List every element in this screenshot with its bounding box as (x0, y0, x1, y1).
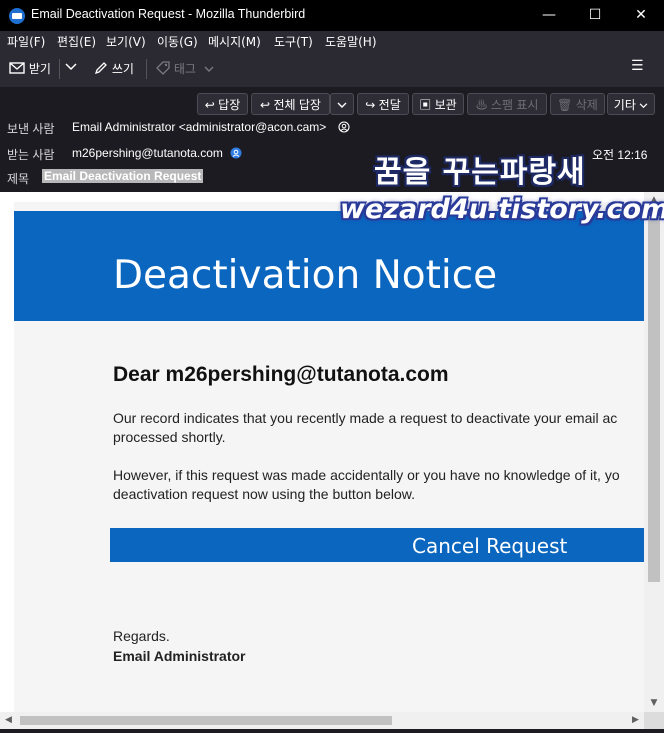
watermark-site: wezard4u.tistory.com (340, 194, 664, 225)
tag-icon (156, 61, 170, 75)
minimize-button[interactable]: — (526, 0, 572, 31)
from-value[interactable]: Email Administrator <administrator@acon.… (72, 120, 326, 134)
paragraph-line: processed shortly. (113, 429, 226, 445)
get-mail-dropdown[interactable] (65, 60, 77, 74)
delete-button[interactable]: 🗑 삭제 (550, 93, 605, 115)
menu-message[interactable]: 메시지(M) (208, 33, 261, 50)
watermark-korean: 꿈을 꾸는파랑새 (374, 155, 586, 190)
reply-all-icon: ↩ (260, 98, 271, 112)
toolbar-divider (146, 59, 147, 79)
reply-label: 답장 (218, 98, 241, 112)
signature: Email Administrator (113, 648, 246, 664)
menu-view[interactable]: 보기(V) (106, 33, 146, 50)
menu-tools[interactable]: 도구(T) (274, 33, 313, 50)
paragraph-line: deactivation request now using the butto… (113, 486, 415, 502)
subject-value: Email Deactivation Request (42, 169, 204, 183)
cancel-request-button[interactable]: Cancel Request (110, 528, 644, 562)
write-button[interactable]: 쓰기 (94, 60, 134, 77)
vertical-scrollbar[interactable]: ▲ ▼ (644, 192, 664, 712)
archive-label: 보관 (434, 98, 457, 112)
reply-all-button[interactable]: ↩ 전체 답장 (251, 93, 330, 115)
scroll-left-arrow-icon[interactable]: ◀ (0, 712, 17, 729)
tag-label: 태그 (173, 62, 196, 76)
regards-text: Regards. (113, 628, 170, 644)
chevron-down-icon (204, 66, 214, 72)
close-button[interactable]: ✕ (618, 0, 664, 31)
junk-label: 스팸 표시 (490, 98, 539, 112)
pencil-icon (94, 62, 107, 75)
get-mail-label: 받기 (28, 62, 51, 76)
to-value[interactable]: m26pershing@tutanota.com (72, 146, 223, 160)
paragraph-line: However, if this request was made accide… (113, 467, 620, 483)
banner-title: Deactivation Notice (113, 253, 498, 298)
forward-label: 전달 (378, 98, 401, 112)
scroll-right-arrow-icon[interactable]: ▶ (627, 712, 644, 729)
menu-help[interactable]: 도움말(H) (325, 33, 377, 50)
junk-button[interactable]: ♨ 스팸 표시 (467, 93, 547, 115)
forward-button[interactable]: ↪ 전달 (357, 93, 409, 115)
reply-all-label: 전체 답장 (273, 98, 321, 112)
greeting: Dear m26pershing@tutanota.com (113, 363, 449, 386)
trash-icon: 🗑 (557, 98, 573, 112)
menu-bar: 파일(F) 편집(E) 보기(V) 이동(G) 메시지(M) 도구(T) 도움말… (0, 31, 664, 51)
forward-icon: ↪ (365, 98, 376, 112)
tag-button[interactable]: 태그 (156, 60, 214, 77)
archive-button[interactable]: ▣ 보관 (412, 93, 464, 115)
subject-label: 제목 (7, 172, 30, 186)
vertical-scroll-thumb[interactable] (648, 217, 660, 582)
window-title: Email Deactivation Request - Mozilla Thu… (31, 7, 306, 21)
chevron-down-icon (639, 103, 648, 109)
maximize-button[interactable]: ☐ (572, 0, 618, 31)
envelope-icon (9, 62, 25, 74)
other-label: 기타 (613, 98, 636, 112)
flame-icon: ♨ (475, 98, 488, 112)
message-header: ↩ 답장 ↩ 전체 답장 ↪ 전달 ▣ 보관 ♨ 스팸 표시 🗑 삭제 기타 보… (0, 87, 664, 225)
get-mail-button[interactable]: 받기 (9, 60, 51, 77)
paragraph-line: Our record indicates that you recently m… (113, 410, 618, 426)
contact-icon[interactable] (230, 147, 242, 159)
archive-icon: ▣ (419, 98, 432, 112)
message-date: 오전 12:16 (592, 148, 648, 162)
main-toolbar: 받기 쓰기 태그 ☰ (0, 51, 664, 87)
title-bar: Email Deactivation Request - Mozilla Thu… (0, 0, 664, 31)
horizontal-scrollbar[interactable]: ◀ ▶ (0, 712, 644, 729)
app-menu-button[interactable]: ☰ (631, 58, 644, 74)
deactivation-banner: Deactivation Notice (14, 211, 644, 321)
reply-icon: ↩ (204, 98, 215, 112)
from-label: 보낸 사람 (7, 122, 55, 136)
delete-label: 삭제 (575, 98, 598, 112)
menu-file[interactable]: 파일(F) (7, 33, 45, 50)
horizontal-scroll-thumb[interactable] (20, 716, 392, 725)
reply-button[interactable]: ↩ 답장 (197, 93, 248, 115)
message-content: Deactivation Notice Dear m26pershing@tut… (0, 192, 664, 733)
chevron-down-icon (65, 63, 77, 71)
menu-edit[interactable]: 편집(E) (57, 33, 96, 50)
menu-go[interactable]: 이동(G) (157, 33, 198, 50)
other-actions-button[interactable]: 기타 (607, 93, 655, 115)
scroll-down-arrow-icon[interactable]: ▼ (644, 695, 664, 712)
to-label: 받는 사람 (7, 148, 55, 162)
email-body: Deactivation Notice Dear m26pershing@tut… (14, 202, 644, 712)
reply-all-dropdown[interactable] (330, 93, 354, 115)
thunderbird-app-icon (9, 8, 25, 24)
scrollbar-corner (644, 712, 664, 729)
write-label: 쓰기 (111, 62, 134, 76)
contact-icon[interactable] (338, 121, 350, 133)
chevron-down-icon (337, 102, 347, 108)
toolbar-divider (59, 59, 60, 79)
message-body-frame: Deactivation Notice Dear m26pershing@tut… (0, 192, 644, 712)
